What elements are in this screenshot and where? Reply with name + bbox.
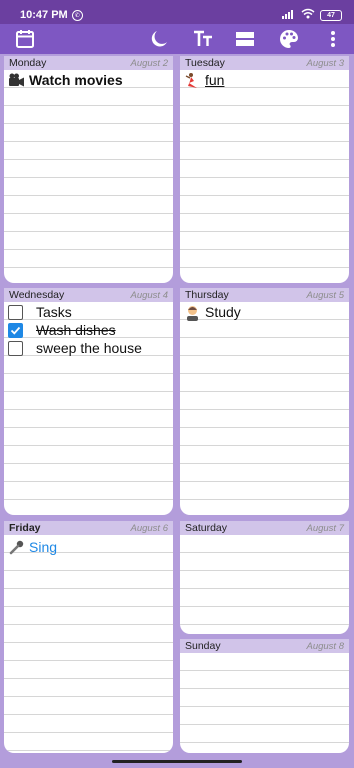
day-header: Saturday August 7 [180,521,349,535]
more-vert-icon[interactable] [322,28,344,50]
layout-icon[interactable] [234,28,256,50]
day-date: August 8 [306,640,345,652]
day-name: Friday [9,522,41,534]
ruled-lines [180,535,349,634]
entry-text: sweep the house [36,340,142,356]
microphone-emoji [8,539,25,556]
day-card-thursday[interactable]: Thursday August 5 Study [180,288,349,515]
ruled-lines [180,653,349,753]
day-header: Friday August 6 [4,521,173,535]
whatsapp-icon: ✆ [71,9,83,21]
day-date: August 7 [306,522,345,534]
day-name: Tuesday [185,57,225,69]
day-header: Wednesday August 4 [4,288,173,302]
entry-text: Wash dishes [36,322,116,338]
list-item[interactable]: Study [184,303,345,321]
day-date: August 3 [306,57,345,69]
gesture-navigation-bar[interactable] [112,760,242,763]
day-date: August 5 [306,289,345,301]
checkbox-unchecked[interactable] [8,304,23,320]
wifi-icon [301,8,315,22]
day-date: August 6 [130,522,169,534]
dancer-emoji [184,72,201,89]
day-name: Saturday [185,522,228,534]
list-item[interactable]: Watch movies [8,71,169,89]
day-card-wednesday[interactable]: Wednesday August 4 Tasks Wash dishes swe… [4,288,173,515]
battery-icon: 47 [320,9,342,21]
day-header: Monday August 2 [4,56,173,70]
checkbox-checked[interactable] [8,322,23,338]
calendar-icon[interactable] [14,28,36,50]
student-emoji [184,304,201,321]
video-camera-emoji [8,72,25,89]
list-item[interactable]: Sing [8,538,169,556]
day-header: Tuesday August 3 [180,56,349,70]
checklist-item[interactable]: Tasks [8,303,169,321]
entry-text: fun [205,72,225,88]
status-time: 10:47 PM [20,9,68,21]
day-card-sunday[interactable]: Sunday August 8 [180,639,349,753]
ruled-lines [4,70,173,283]
day-card-saturday[interactable]: Saturday August 7 [180,521,349,634]
ruled-lines [180,302,349,515]
day-card-friday[interactable]: Friday August 6 Sing [4,521,173,753]
day-date: August 2 [130,57,169,69]
day-header: Sunday August 8 [180,639,349,653]
day-name: Wednesday [9,289,65,301]
list-item[interactable]: fun [184,71,345,89]
entry-text: Sing [29,539,58,555]
day-card-tuesday[interactable]: Tuesday August 3 fun [180,56,349,283]
ruled-lines [4,535,173,753]
check-icon [10,326,21,335]
checkbox-unchecked[interactable] [8,340,23,356]
day-name: Sunday [185,640,221,652]
checklist-item[interactable]: sweep the house [8,339,169,357]
day-name: Monday [9,57,47,69]
palette-icon[interactable] [278,28,300,50]
day-card-monday[interactable]: Monday August 2 Watch movies [4,56,173,283]
day-date: August 4 [130,289,169,301]
day-header: Thursday August 5 [180,288,349,302]
signal-icon [282,8,296,22]
moon-icon[interactable] [148,28,170,50]
ruled-lines [180,70,349,283]
entry-text: Study [205,304,241,320]
checklist-item[interactable]: Wash dishes [8,321,169,339]
toolbar [0,24,354,54]
entry-text: Watch movies [29,72,123,88]
entry-text: Tasks [36,304,72,320]
text-size-icon[interactable] [192,28,214,50]
day-name: Thursday [185,289,229,301]
